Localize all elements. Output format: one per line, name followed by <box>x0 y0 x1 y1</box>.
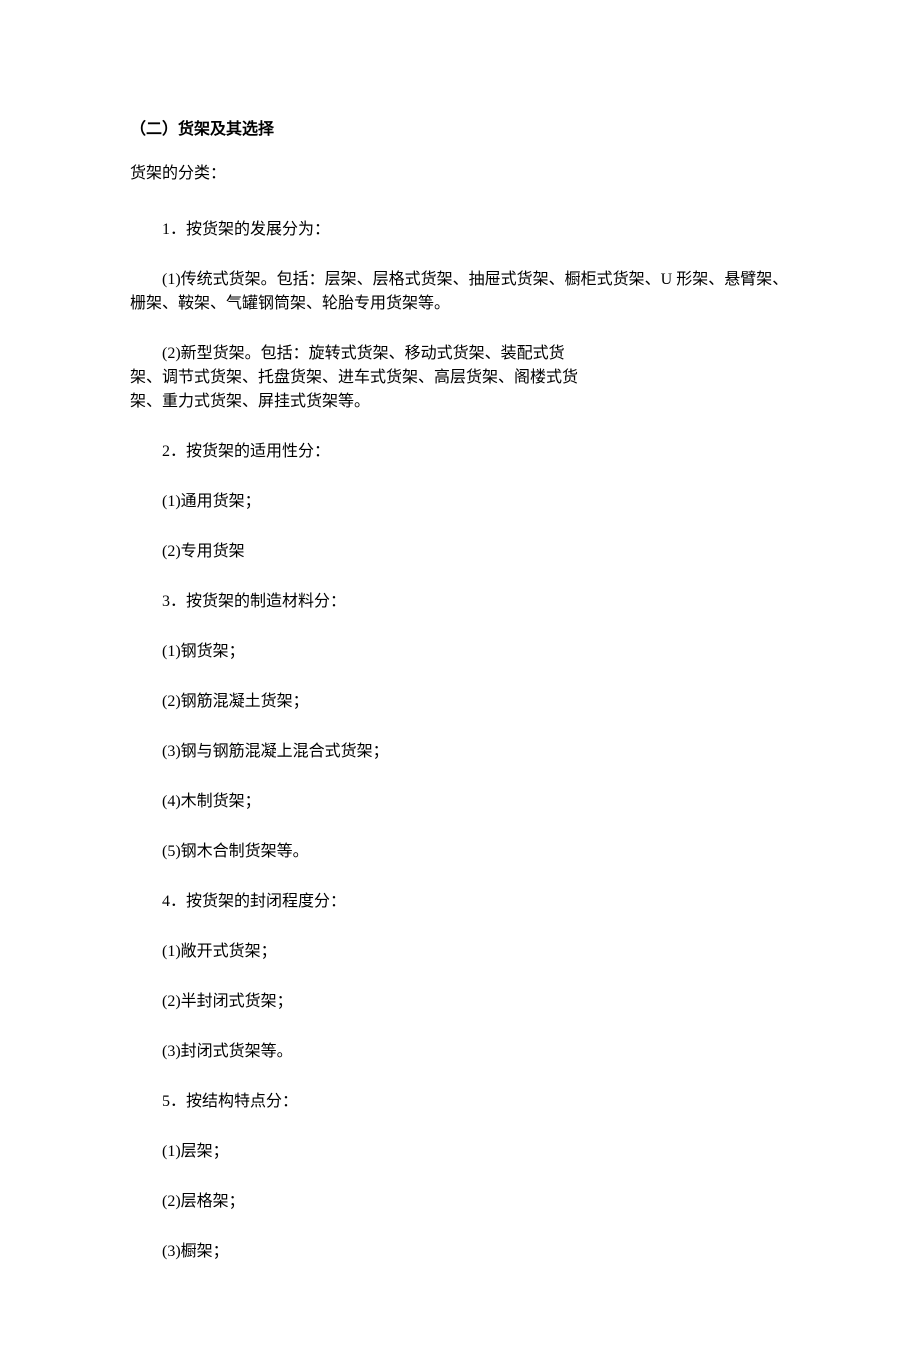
body-paragraph: (2)半封闭式货架； <box>130 990 790 1014</box>
body-paragraph: (1)层架； <box>130 1140 790 1164</box>
body-paragraph: (2)专用货架 <box>130 540 790 564</box>
body-paragraph: (1)钢货架； <box>130 640 790 664</box>
body-paragraph: 4．按货架的封闭程度分： <box>130 890 790 914</box>
body-paragraph: (2)新型货架。包括：旋转式货架、移动式货架、装配式货架、调节式货架、托盘货架、… <box>130 342 590 414</box>
document-page: （二）货架及其选择 货架的分类： 1．按货架的发展分为： (1)传统式货架。包括… <box>0 0 920 1350</box>
body-paragraph: (1)传统式货架。包括：层架、层格式货架、抽屉式货架、橱柜式货架、U 形架、悬臂… <box>130 268 790 316</box>
body-paragraph: 1．按货架的发展分为： <box>130 218 790 242</box>
body-paragraph: (1)敞开式货架； <box>130 940 790 964</box>
body-paragraph: (4)木制货架； <box>130 790 790 814</box>
section-heading: （二）货架及其选择 <box>130 118 790 142</box>
body-paragraph: 3．按货架的制造材料分： <box>130 590 790 614</box>
body-paragraph: (3)橱架； <box>130 1240 790 1264</box>
body-paragraph: 2．按货架的适用性分： <box>130 440 790 464</box>
intro-line: 货架的分类： <box>130 162 790 186</box>
body-paragraph: (5)钢木合制货架等。 <box>130 840 790 864</box>
body-paragraph: (1)通用货架； <box>130 490 790 514</box>
body-paragraph: (2)层格架； <box>130 1190 790 1214</box>
body-paragraph: (3)封闭式货架等。 <box>130 1040 790 1064</box>
body-paragraph: (2)钢筋混凝土货架； <box>130 690 790 714</box>
body-paragraph: (3)钢与钢筋混凝上混合式货架； <box>130 740 790 764</box>
body-paragraph: 5．按结构特点分： <box>130 1090 790 1114</box>
